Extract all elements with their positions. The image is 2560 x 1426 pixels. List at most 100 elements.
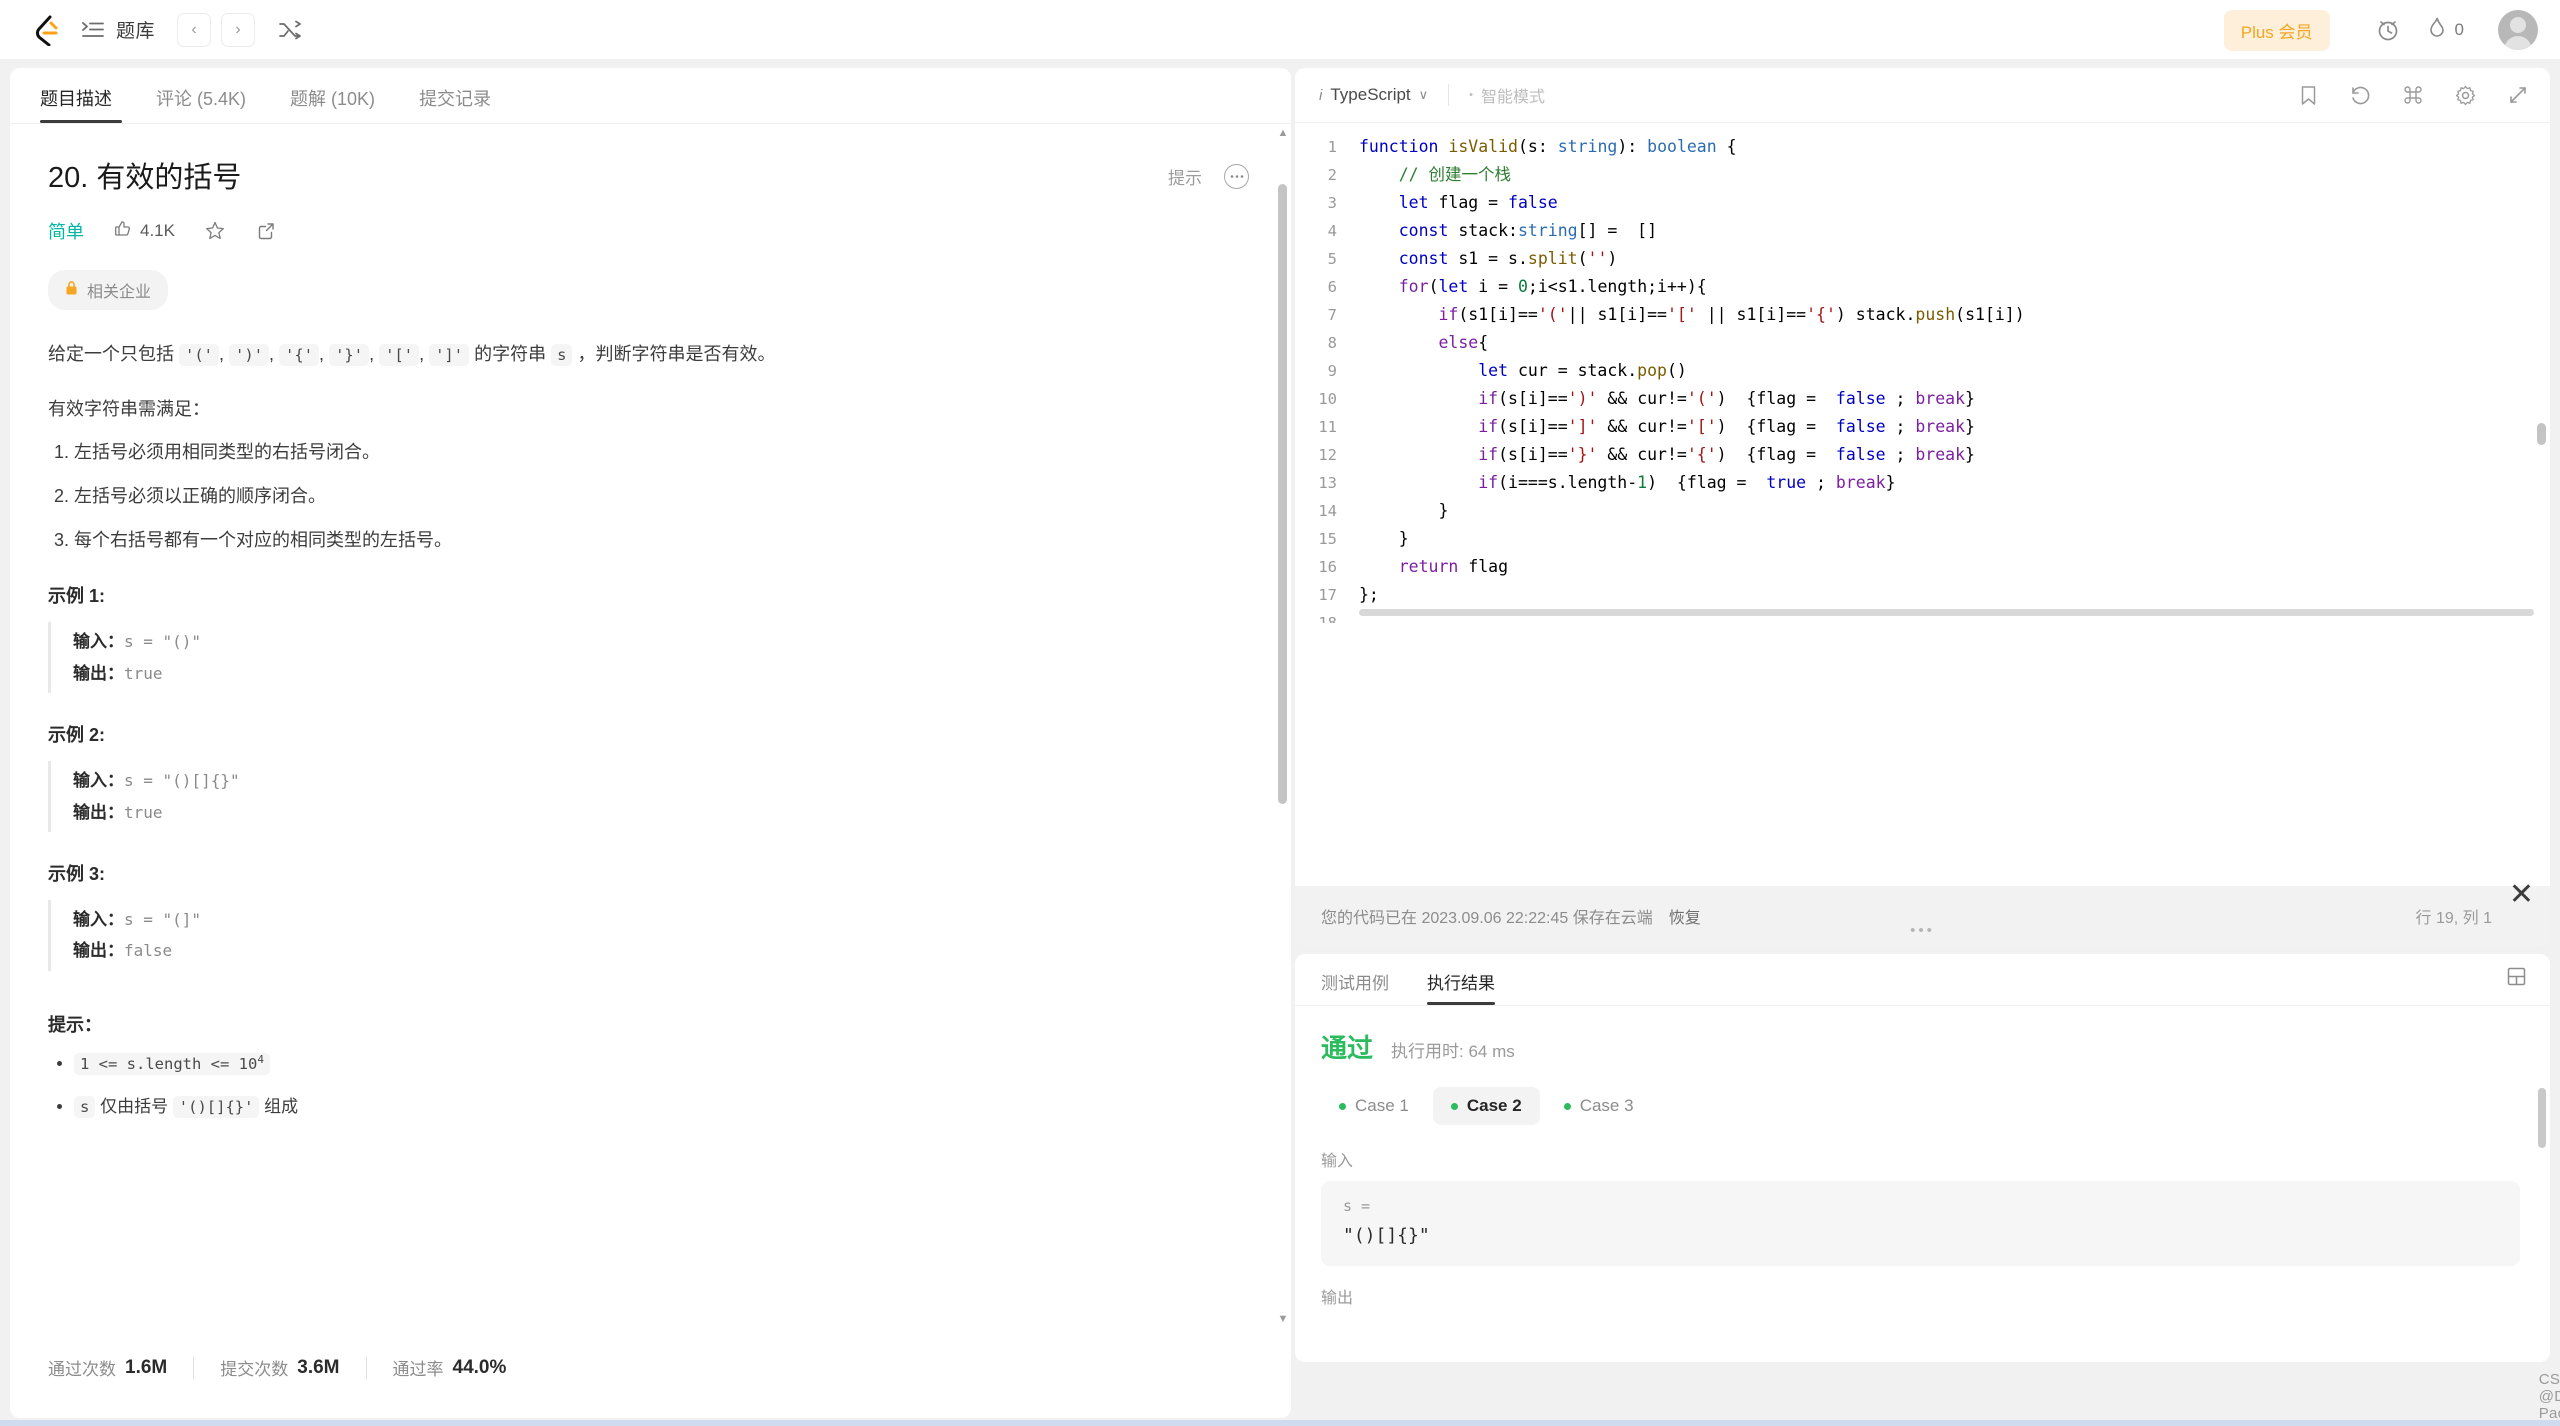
requirements-heading: 有效字符串需满足： [48, 399, 210, 420]
streak-counter[interactable]: 0 [2428, 17, 2464, 44]
scroll-up-icon[interactable]: ▲ [1276, 126, 1290, 140]
save-status-text: 您的代码已在 2023.09.06 22:22:45 保存在云端 [1321, 910, 1653, 927]
ellipsis-circle-icon[interactable] [1224, 164, 1249, 189]
code-editor-card: i TypeScript ∨ • 智能模式 1 function isValid… [1295, 68, 2550, 946]
list-item: s 仅由括号 '()[]{}' 组成 [74, 1092, 1249, 1119]
restore-button[interactable]: 恢复 [1669, 904, 1701, 928]
alarm-clock-icon[interactable] [2368, 10, 2408, 50]
leetcode-logo-icon[interactable] [28, 11, 66, 49]
example-input-value: s = "()" [124, 632, 202, 652]
save-status-bar: 您的代码已在 2023.09.06 22:22:45 保存在云端 恢复 行 19… [1295, 880, 2550, 946]
example-2-block: 输入：s = "()[]{}" 输出：true [48, 761, 1249, 833]
shuffle-icon[interactable] [273, 13, 307, 47]
case-1-button[interactable]: Case 1 [1321, 1087, 1427, 1125]
problem-panel: 题目描述 评论 (5.4K) 题解 (10K) 提交记录 20. 有效的括号 提… [10, 68, 1291, 1418]
bookmark-icon[interactable] [2299, 85, 2318, 106]
next-problem-button[interactable]: › [221, 12, 256, 47]
result-panel: 测试用例 执行结果 通过 执行用时: 64 ms Case 1 Case 2 C… [1295, 954, 2550, 1362]
input-value: "()[]{}" [1343, 1225, 1430, 1246]
symbol-3: '}' [329, 344, 370, 366]
example-input-label: 输入： [73, 910, 124, 930]
difficulty-badge[interactable]: 简单 [48, 218, 84, 244]
tab-testcases[interactable]: 测试用例 [1321, 969, 1389, 1005]
status-badge: 通过 [1321, 1033, 1374, 1063]
expand-icon[interactable] [2508, 85, 2528, 105]
smart-mode-label: 智能模式 [1481, 89, 1546, 106]
header-left-group: 题库 ‹ › [28, 11, 307, 49]
example-input-value: s = "()[]{}" [124, 771, 240, 791]
list-item: 每个右括号都有一个对应的相同类型的左括号。 [74, 527, 1249, 554]
watermark: CSDN @Dynamite Pack No.1 [2538, 1371, 2560, 1422]
problem-content: 20. 有效的括号 提示 简单 4.1K 相关企业 给定一个只包括 '(' , … [10, 124, 1291, 1418]
constraint-2-end: 组成 [259, 1097, 299, 1117]
list-item: 左括号必须用相同类型的右括号闭合。 [74, 439, 1249, 466]
case-2-button[interactable]: Case 2 [1432, 1087, 1540, 1125]
code-horizontal-scrollbar[interactable] [1359, 609, 2534, 616]
flame-icon [2428, 17, 2446, 44]
example-input-label: 输入： [73, 632, 124, 652]
code-vertical-scrollbar[interactable] [2537, 423, 2546, 445]
close-icon[interactable]: ✕ [2509, 880, 2534, 910]
case-selector: Case 1 Case 2 Case 3 [1321, 1087, 2520, 1125]
company-tag-label: 相关企业 [87, 284, 152, 301]
avatar[interactable] [2498, 10, 2538, 50]
symbol-5: ']' [429, 344, 470, 366]
prev-problem-button[interactable]: ‹ [177, 12, 212, 47]
share-icon[interactable] [257, 221, 277, 241]
case-label: Case 1 [1355, 1096, 1409, 1115]
smart-mode-toggle[interactable]: • 智能模式 [1469, 83, 1545, 107]
list-item: 1 <= s.length <= 104 [74, 1053, 1249, 1076]
input-label: 输入 [1321, 1153, 1354, 1170]
panel-layout-icon[interactable] [2507, 967, 2526, 991]
settings-icon[interactable] [2455, 85, 2476, 106]
result-scrollbar[interactable] [2538, 1088, 2546, 1148]
case-label: Case 2 [1466, 1096, 1522, 1115]
like-count[interactable]: 4.1K [114, 220, 175, 243]
hint-button[interactable]: 提示 [1168, 164, 1202, 189]
plus-membership-badge[interactable]: Plus 会员 [2223, 9, 2330, 51]
divider [365, 1356, 367, 1379]
header-right-group: Plus 会员 0 [2223, 0, 2538, 60]
code-area[interactable]: 1 function isValid(s: string): boolean { … [1295, 123, 2550, 623]
undo-icon[interactable] [2350, 85, 2371, 106]
case-label: Case 3 [1579, 1096, 1634, 1115]
company-tag[interactable]: 相关企业 [48, 270, 169, 310]
input-box: s = "()[]{}" [1321, 1181, 2520, 1266]
code-content[interactable]: 1 function isValid(s: string): boolean { … [1295, 133, 2550, 623]
status-dot-icon [1450, 1102, 1458, 1110]
command-icon[interactable] [2403, 85, 2423, 105]
tab-comments[interactable]: 评论 (5.4K) [156, 85, 264, 123]
header-title[interactable]: 题库 [116, 16, 155, 43]
like-count-label: 4.1K [140, 221, 175, 240]
problem-list-icon[interactable] [80, 17, 106, 43]
result-tabs: 测试用例 执行结果 [1295, 954, 2550, 1006]
status-dot-icon [1563, 1102, 1571, 1110]
main-area: 题目描述 评论 (5.4K) 题解 (10K) 提交记录 20. 有效的括号 提… [0, 60, 2560, 1426]
desc-prefix: 给定一个只包括 [48, 344, 180, 364]
star-icon[interactable] [205, 221, 225, 241]
desc-end: ，判断字符串是否有效。 [572, 344, 776, 364]
page-title: 20. 有效的括号 [48, 162, 242, 194]
language-selector[interactable]: i TypeScript ∨ [1319, 85, 1428, 105]
tab-submissions[interactable]: 提交记录 [419, 85, 509, 123]
symbol-0: '(' [179, 344, 220, 366]
scroll-down-icon[interactable]: ▼ [1276, 1312, 1290, 1326]
desc-var: s [551, 344, 573, 366]
tab-description[interactable]: 题目描述 [40, 85, 130, 123]
problem-meta: 简单 4.1K [48, 218, 1249, 244]
tab-results[interactable]: 执行结果 [1427, 969, 1495, 1005]
status-dot-icon [1339, 1102, 1346, 1110]
rate-value: 44.0% [452, 1356, 507, 1378]
editor-column: i TypeScript ∨ • 智能模式 1 function isValid… [1295, 68, 2560, 1426]
case-3-button[interactable]: Case 3 [1546, 1087, 1652, 1125]
description-scrollbar[interactable]: ▲ ▼ [1276, 124, 1290, 1418]
tab-solutions[interactable]: 题解 (10K) [290, 85, 393, 123]
resize-grip[interactable]: ••• [1910, 922, 1935, 939]
dot-icon: • [1469, 89, 1474, 101]
scrollbar-thumb[interactable] [1278, 184, 1287, 804]
lock-icon [65, 280, 78, 301]
problem-description: 给定一个只包括 '(', ')', '{', '}', '[', ']' 的字符… [48, 344, 776, 366]
divider [1448, 84, 1450, 106]
chevron-down-icon: ∨ [1418, 87, 1429, 102]
streak-count: 0 [2454, 20, 2464, 39]
